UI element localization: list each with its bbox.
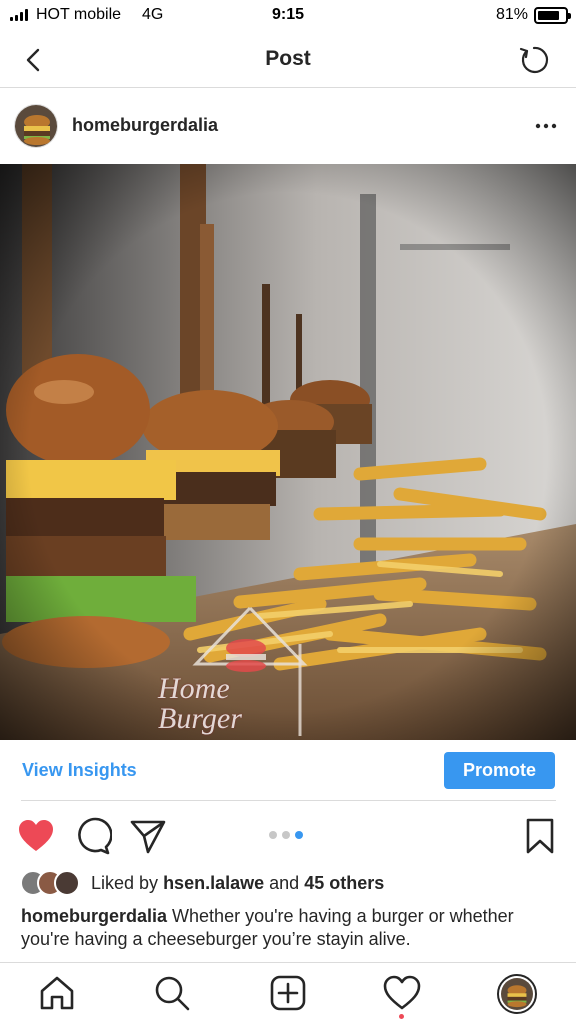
promote-button[interactable]: Promote bbox=[444, 752, 555, 789]
post-image[interactable]: Home Burger bbox=[0, 164, 576, 740]
refresh-icon[interactable] bbox=[516, 42, 552, 78]
profile-avatar[interactable] bbox=[497, 974, 537, 1014]
liker-avatar bbox=[54, 870, 80, 896]
heart-filled-icon[interactable] bbox=[16, 816, 56, 856]
post-username[interactable]: homeburgerdalia bbox=[72, 115, 218, 136]
battery-fill bbox=[538, 11, 560, 20]
more-options-icon[interactable] bbox=[534, 118, 558, 134]
likes-row: Liked by hsen.lalawe and 45 others bbox=[0, 866, 576, 900]
battery-tip bbox=[568, 13, 571, 19]
battery-icon bbox=[534, 7, 571, 24]
bottom-tab-bar bbox=[0, 962, 576, 1024]
post-actions bbox=[0, 806, 576, 864]
carousel-indicator bbox=[269, 831, 303, 839]
carousel-dot bbox=[269, 831, 277, 839]
home-icon[interactable] bbox=[37, 973, 77, 1013]
status-bar: HOT mobile 4G 9:15 81% bbox=[0, 0, 576, 32]
view-insights-link[interactable]: View Insights bbox=[22, 760, 137, 781]
caption-username[interactable]: homeburgerdalia bbox=[21, 906, 167, 926]
watermark-logo: Home Burger bbox=[150, 604, 350, 740]
page-title: Post bbox=[265, 47, 311, 70]
bookmark-icon[interactable] bbox=[520, 816, 560, 856]
comment-icon[interactable] bbox=[72, 816, 112, 856]
status-time: 9:15 bbox=[271, 6, 305, 23]
watermark-text: Home Burger bbox=[158, 672, 242, 735]
divider bbox=[21, 800, 556, 801]
user-avatar[interactable] bbox=[14, 104, 58, 148]
carousel-dot bbox=[282, 831, 290, 839]
liker-username[interactable]: hsen.lalawe bbox=[163, 873, 264, 893]
post-header: homeburgerdalia bbox=[0, 88, 576, 164]
liker-avatars[interactable] bbox=[20, 870, 86, 896]
insights-row: View Insights Promote bbox=[0, 740, 576, 800]
navigation-bar: Post bbox=[0, 32, 576, 88]
battery-percent: 81% bbox=[495, 6, 528, 23]
activity-notification-dot bbox=[399, 1014, 404, 1019]
likes-others-count[interactable]: 45 others bbox=[304, 873, 384, 893]
search-icon[interactable] bbox=[152, 973, 192, 1013]
send-icon[interactable] bbox=[128, 816, 168, 856]
likes-summary[interactable]: Liked by hsen.lalawe and 45 others bbox=[91, 873, 384, 894]
profile-avatar-image bbox=[501, 978, 533, 1010]
carousel-dot-active bbox=[295, 831, 303, 839]
post-caption: homeburgerdalia Whether you're having a … bbox=[21, 905, 561, 951]
likes-prefix: Liked by bbox=[91, 873, 159, 893]
new-post-icon[interactable] bbox=[268, 973, 308, 1013]
activity-heart-icon[interactable] bbox=[382, 973, 422, 1013]
likes-connector: and bbox=[269, 873, 300, 893]
